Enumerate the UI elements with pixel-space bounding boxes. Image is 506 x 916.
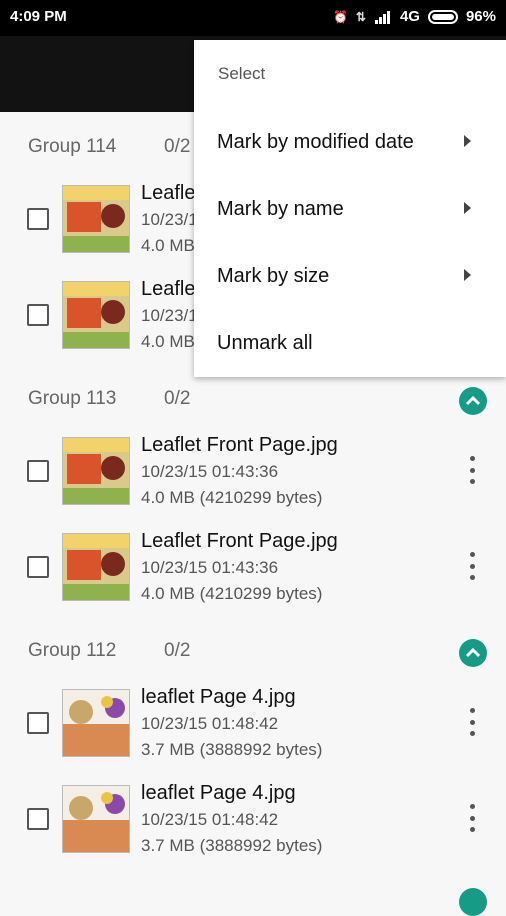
group-count: 0/2 [164,640,191,661]
food-thumbnail [62,785,130,853]
file-row[interactable]: leaflet Page 4.jpg 10/23/15 01:48:42 3.7… [0,770,506,866]
network-type: 4G [399,8,420,25]
menu-item-mark-by-size[interactable]: Mark by size [194,245,506,309]
menu-item-label: Mark by modified date [217,131,414,153]
menu-item-mark-by-modified-date[interactable]: Mark by modified date [194,111,506,175]
group-count: 0/2 [164,388,191,409]
group-count: 0/2 [164,136,191,157]
file-checkbox[interactable] [27,712,49,734]
status-time: 4:09 PM [10,8,67,25]
file-row[interactable]: Leaflet Front Page.jpg 10/23/15 01:43:36… [0,518,506,614]
data-transfer-icon: ⇅ [355,9,366,24]
food-thumbnail [62,281,130,349]
file-checkbox[interactable] [27,460,49,482]
food-thumbnail [62,689,130,757]
file-name: leaflet Page 4.jpg [141,686,296,708]
menu-item-label: Unmark all [217,332,313,354]
status-icons: ⏰ ⇅ 4G 96% [333,8,496,25]
food-thumbnail [62,185,130,253]
more-vert-icon[interactable] [466,804,478,832]
menu-item-mark-by-name[interactable]: Mark by name [194,178,506,242]
menu-title: Select [218,64,266,83]
group-title: Group 112 [28,640,117,661]
file-size: 4.0 MB (4210299 bytes) [141,488,323,507]
more-vert-icon[interactable] [466,552,478,580]
menu-item-unmark-all[interactable]: Unmark all [194,312,506,376]
battery-icon [427,9,458,24]
food-thumbnail [62,437,130,505]
file-size: 3.7 MB (3888992 bytes) [141,740,323,759]
file-name: Leaflet Front Page.jpg [141,530,338,552]
group-header[interactable]: Group 112 0/2 [0,626,506,676]
file-date: 10/23/15 01:48:42 [141,810,279,829]
food-thumbnail [62,533,130,601]
file-size: 4.0 MB (4210299 bytes) [141,584,323,603]
signal-icon [374,10,390,24]
status-bar: 4:09 PM ⏰ ⇅ 4G 96% [0,0,506,36]
file-row[interactable]: Leaflet Front Page.jpg 10/23/15 01:43:36… [0,422,506,518]
menu-item-label: Mark by size [217,265,330,287]
group-title: Group 113 [28,388,117,409]
file-checkbox[interactable] [27,556,49,578]
file-checkbox[interactable] [27,208,49,230]
select-menu: Select Mark by modified date Mark by nam… [194,40,506,377]
alarm-icon: ⏰ [332,9,348,24]
chevron-up-icon[interactable] [459,888,487,916]
file-checkbox[interactable] [27,304,49,326]
file-date: 10/23/15 01:48:42 [141,714,279,733]
group-header[interactable]: Group 113 0/2 [0,374,506,424]
submenu-arrow-icon [464,135,471,147]
chevron-up-icon[interactable] [459,387,487,415]
submenu-arrow-icon [464,202,471,214]
file-name: Leaflet Front Page.jpg [141,434,338,456]
file-date: 10/23/15 01:43:36 [141,462,279,481]
file-checkbox[interactable] [27,808,49,830]
menu-item-label: Mark by name [217,198,344,220]
more-vert-icon[interactable] [466,708,478,736]
battery-level: 96% [465,8,496,25]
file-row[interactable]: leaflet Page 4.jpg 10/23/15 01:48:42 3.7… [0,674,506,770]
submenu-arrow-icon [464,269,471,281]
file-name: leaflet Page 4.jpg [141,782,296,804]
more-vert-icon[interactable] [466,456,478,484]
file-date: 10/23/15 01:43:36 [141,558,279,577]
file-size: 3.7 MB (3888992 bytes) [141,836,323,855]
group-title: Group 114 [28,136,117,157]
chevron-up-icon[interactable] [459,639,487,667]
